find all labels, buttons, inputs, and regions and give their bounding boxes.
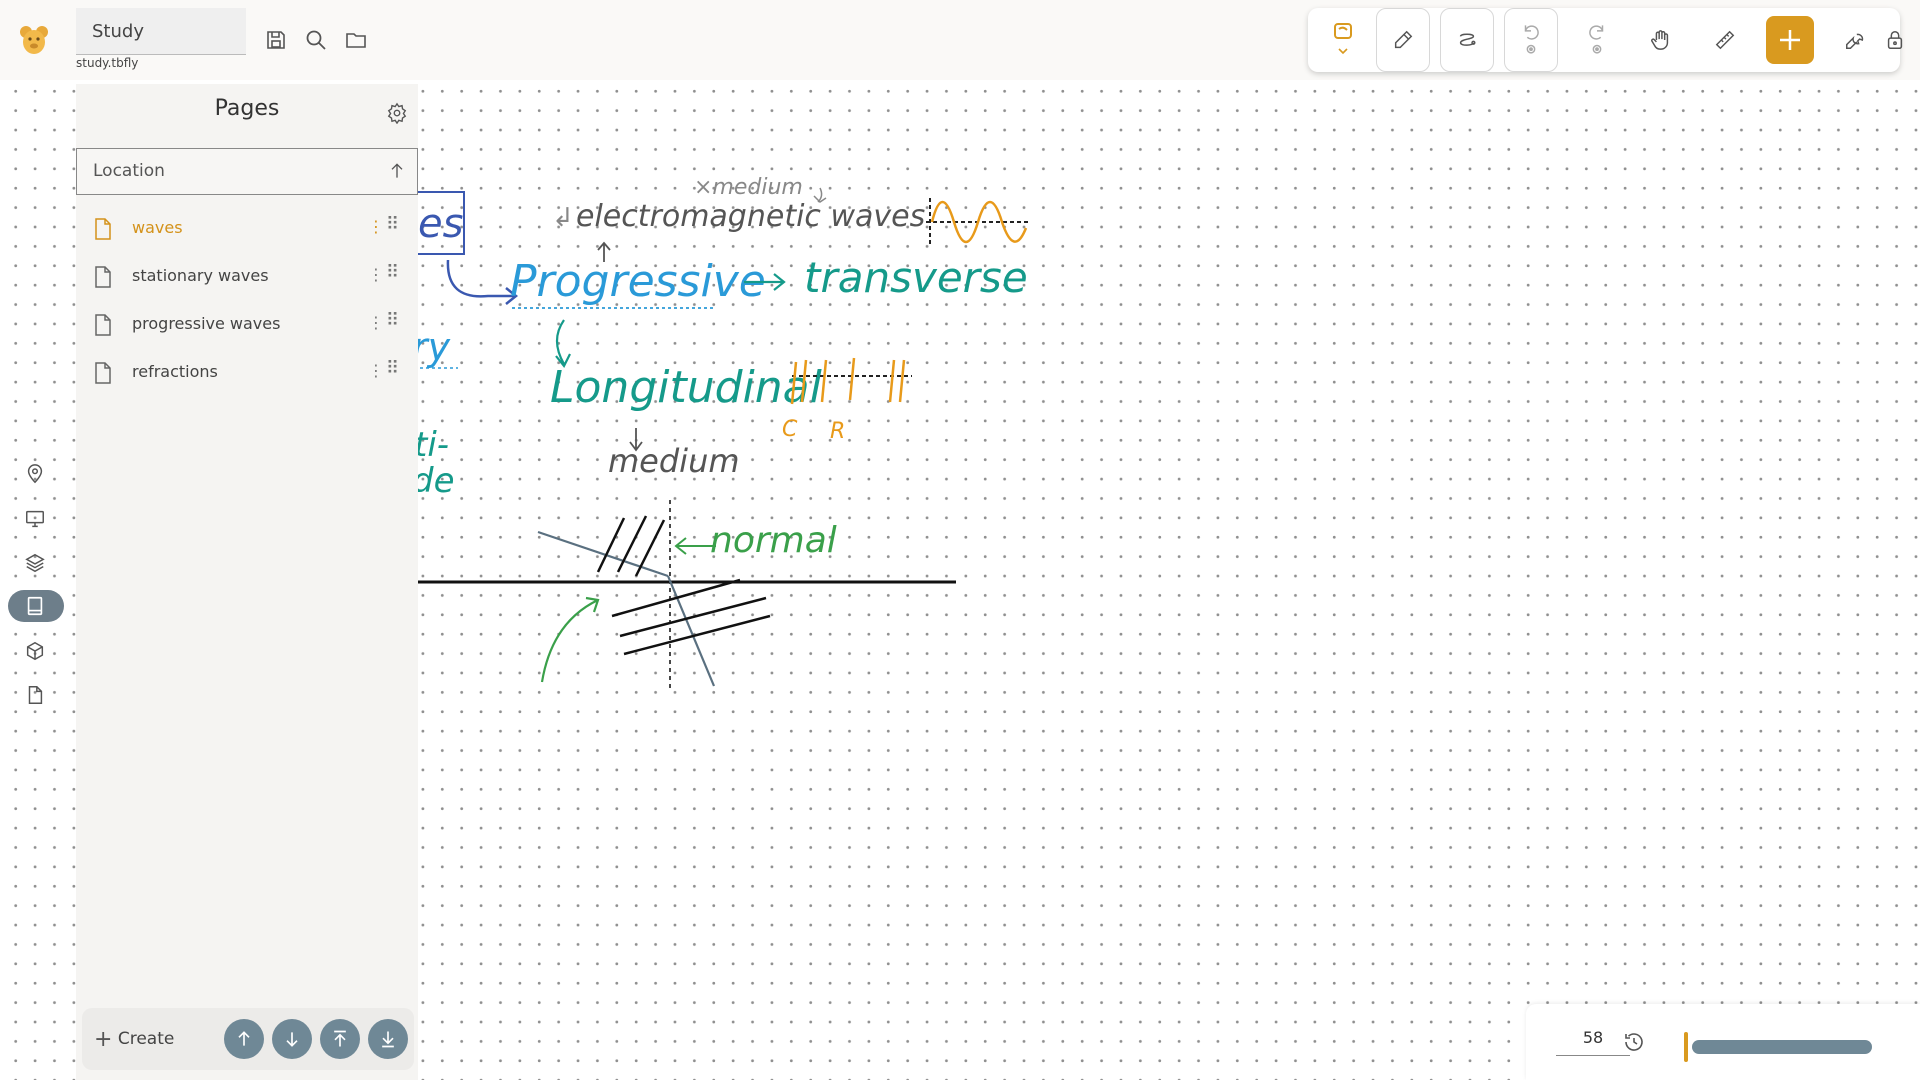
lasso-icon <box>1459 33 1476 46</box>
drag-handle-icon[interactable]: ⠿ <box>386 214 399 235</box>
note-es: es <box>418 201 463 247</box>
page-icon <box>95 314 111 336</box>
monitor-icon[interactable] <box>24 508 46 530</box>
more-vertical-icon[interactable]: ⋮ <box>368 265 384 284</box>
pages-panel: Pages Location waves ⋮ ⠿ stationary wave… <box>76 84 418 1080</box>
ruler-icon <box>1715 30 1735 50</box>
arrow-to-top-icon <box>334 1030 346 1047</box>
move-up-button[interactable] <box>224 1019 264 1059</box>
page-item-stationary-waves[interactable]: stationary waves ⋮ ⠿ <box>76 256 418 296</box>
page-item-progressive-waves[interactable]: progressive waves ⋮ ⠿ <box>76 304 418 344</box>
history-slider-track[interactable] <box>1692 1040 1872 1054</box>
more-vertical-icon[interactable]: ⋮ <box>368 217 384 236</box>
hand-icon <box>1651 30 1669 50</box>
cube-icon[interactable] <box>24 640 46 662</box>
save-icon[interactable] <box>264 28 288 52</box>
wrench-icon <box>1846 33 1864 49</box>
app-logo-icon[interactable] <box>16 22 52 58</box>
redo-icon <box>1589 25 1604 54</box>
redo-button[interactable] <box>1570 8 1624 72</box>
history-slider-handle[interactable] <box>1684 1032 1688 1062</box>
zoom-value[interactable]: 58 <box>1556 1028 1630 1056</box>
sort-field[interactable]: Location <box>76 148 418 195</box>
note-longitudinal: Longitudinal <box>550 362 823 413</box>
more-vertical-icon[interactable]: ⋮ <box>368 313 384 332</box>
zoom-panel: 58 <box>1526 1004 1920 1080</box>
note-progressive: Progressive <box>510 256 766 307</box>
page-icon <box>95 266 111 288</box>
arrow-to-bottom-icon <box>382 1031 394 1048</box>
lasso-tool-button[interactable] <box>1440 8 1494 72</box>
document-icon[interactable] <box>24 684 46 706</box>
note-ti: ti- <box>418 425 449 465</box>
note-c: C <box>782 417 798 442</box>
page-label: progressive waves <box>132 314 281 333</box>
note-medium: medium <box>608 442 740 480</box>
incident-ray <box>537 530 669 578</box>
sort-label: Location <box>93 161 165 181</box>
ruler-tool-button[interactable] <box>1698 8 1752 72</box>
move-to-bottom-button[interactable] <box>368 1019 408 1059</box>
page-item-waves[interactable]: waves ⋮ ⠿ <box>76 208 418 248</box>
pages-icon[interactable] <box>24 595 46 617</box>
note-transverse: transverse <box>804 253 1028 302</box>
location-pin-icon[interactable] <box>24 463 46 485</box>
arrow-up-icon <box>238 1031 250 1046</box>
drawing-canvas[interactable]: es ry ti- de ×medium ↲ electromagnetic w… <box>418 80 1920 1080</box>
hand-tool-button[interactable] <box>1634 8 1688 72</box>
undo-button[interactable] <box>1504 8 1558 72</box>
folder-icon[interactable] <box>344 28 368 52</box>
create-page-button[interactable]: + Create <box>94 1027 174 1052</box>
arrow-down-icon <box>286 1032 298 1047</box>
drag-handle-icon[interactable]: ⠿ <box>386 358 399 379</box>
note-r: R <box>830 419 845 444</box>
lock-icon <box>1887 31 1903 49</box>
panel-settings-icon[interactable] <box>386 102 408 124</box>
eraser-tool-button[interactable] <box>1376 8 1430 72</box>
pen-tool-button[interactable] <box>1316 8 1370 72</box>
curved-arrow-stroke <box>555 319 571 369</box>
green-arrow-stroke <box>540 596 600 683</box>
drag-handle-icon[interactable]: ⠿ <box>386 262 399 283</box>
layers-icon[interactable] <box>24 552 46 574</box>
note-ry: ry <box>418 325 451 369</box>
panel-title: Pages <box>214 96 280 121</box>
lock-tool-button[interactable] <box>1868 8 1920 72</box>
search-icon[interactable] <box>304 28 328 52</box>
add-button[interactable] <box>1766 16 1814 64</box>
page-label: waves <box>132 218 183 237</box>
note-normal: normal <box>710 520 837 561</box>
note-electromagnetic: electromagnetic waves <box>576 199 925 234</box>
arrow-stroke <box>446 259 514 298</box>
history-icon[interactable] <box>1622 1030 1646 1054</box>
page-icon <box>95 218 111 240</box>
move-to-top-button[interactable] <box>320 1019 360 1059</box>
svg-text:↲: ↲ <box>552 203 574 233</box>
create-label: Create <box>117 1029 175 1049</box>
page-item-refractions[interactable]: refractions ⋮ ⠿ <box>76 352 418 392</box>
drag-handle-icon[interactable]: ⠿ <box>386 310 399 331</box>
move-down-button[interactable] <box>272 1019 312 1059</box>
page-icon <box>95 362 111 384</box>
eraser-icon <box>1394 30 1413 49</box>
arrow-up-icon[interactable] <box>387 161 407 181</box>
plus-icon: + <box>94 1027 113 1052</box>
more-vertical-icon[interactable]: ⋮ <box>368 361 384 380</box>
add-icon <box>1780 30 1800 50</box>
undo-icon <box>1524 25 1539 54</box>
pen-icon <box>1334 23 1352 55</box>
note-medium-top: ×medium <box>694 175 803 200</box>
page-label: stationary waves <box>132 266 269 285</box>
page-label: refractions <box>132 362 218 381</box>
document-file-name: study.tbfly <box>76 56 139 70</box>
note-de: de <box>418 461 455 501</box>
document-title-field[interactable]: Study <box>76 8 246 55</box>
panel-footer: + Create <box>82 1008 414 1070</box>
